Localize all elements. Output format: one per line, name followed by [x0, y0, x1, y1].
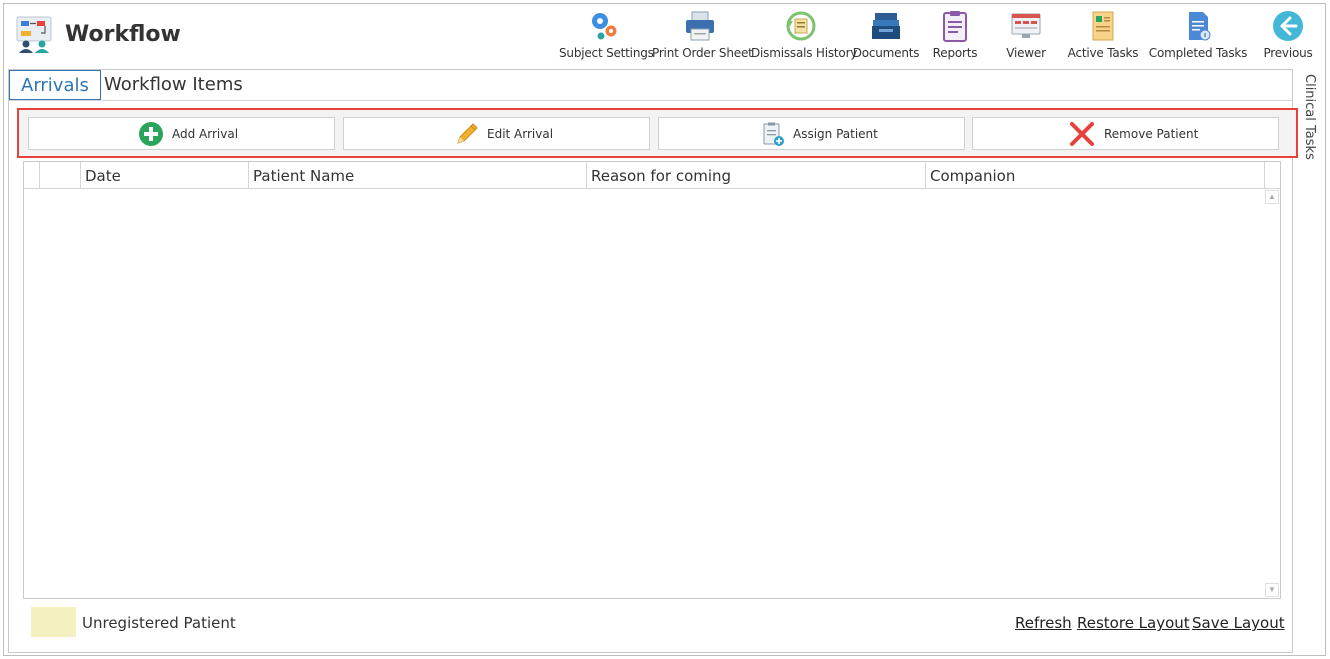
monitor-icon — [1011, 13, 1041, 38]
completed-tasks-button[interactable]: Completed Tasks — [1148, 6, 1248, 64]
column-header-patient-name[interactable]: Patient Name — [249, 162, 587, 189]
reports-button[interactable]: Reports — [925, 6, 985, 64]
dismissals-history-button[interactable]: Dismissals History — [751, 6, 858, 64]
toolbar-label: Documents — [852, 46, 920, 60]
x-icon — [1070, 122, 1094, 146]
column-header-reason[interactable]: Reason for coming — [587, 162, 926, 189]
workflow-logo-icon — [16, 16, 52, 53]
toolbar-label: Viewer — [1006, 46, 1046, 60]
toolbar-label: Dismissals History — [751, 46, 858, 60]
toolbar-label: Active Tasks — [1067, 46, 1139, 60]
subject-settings-button[interactable]: Subject Settings — [559, 6, 654, 64]
previous-button[interactable]: Previous — [1258, 6, 1318, 64]
documents-button[interactable]: Documents — [850, 6, 922, 64]
save-layout-link[interactable]: Save Layout — [1192, 614, 1285, 632]
clipboard-icon — [943, 11, 967, 42]
vertical-scrollbar[interactable]: ▲ ▼ — [1264, 189, 1280, 598]
clinical-tasks-side-tab[interactable]: Clinical Tasks — [1300, 74, 1320, 164]
toolbar-label: Reports — [932, 46, 978, 60]
remove-patient-button[interactable]: Remove Patient — [972, 117, 1279, 150]
column-header-date[interactable]: Date — [81, 162, 249, 189]
restore-layout-link[interactable]: Restore Layout — [1077, 614, 1190, 632]
grid-footer: Unregistered Patient Refresh Restore Lay… — [9, 604, 1292, 644]
tab-strip: Arrivals Workflow Items — [9, 70, 1292, 101]
edit-arrival-label: Edit Arrival — [487, 127, 554, 141]
active-tasks-button[interactable]: Active Tasks — [1067, 6, 1139, 64]
toolbar-label: Subject Settings — [559, 46, 654, 60]
clipboard-add-icon — [763, 122, 784, 146]
unregistered-legend-label: Unregistered Patient — [82, 614, 236, 632]
gears-icon — [592, 13, 617, 40]
clinical-tasks-label: Clinical Tasks — [1302, 74, 1317, 160]
completed-tasks-icon — [1189, 12, 1211, 41]
unregistered-legend-swatch — [31, 607, 76, 637]
grid-header: Date Patient Name Reason for coming Comp… — [24, 162, 1280, 189]
add-arrival-label: Add Arrival — [172, 127, 239, 141]
print-order-sheet-button[interactable]: Print Order Sheet — [652, 6, 753, 64]
add-arrival-button[interactable]: Add Arrival — [28, 117, 335, 150]
column-header-companion[interactable]: Companion — [926, 162, 1265, 189]
printer-icon — [686, 11, 714, 41]
arrivals-panel: Arrivals Workflow Items Add Arrival Edit… — [8, 69, 1298, 653]
scroll-down-arrow-icon[interactable]: ▼ — [1265, 583, 1279, 597]
refresh-link[interactable]: Refresh — [1015, 614, 1072, 632]
pencil-icon — [457, 123, 478, 144]
app-title: Workflow — [65, 22, 181, 47]
toolbar-label: Completed Tasks — [1148, 46, 1248, 60]
app-header: Workflow Subject Settings Print Order Sh… — [4, 4, 1325, 68]
column-header-indicator[interactable] — [24, 162, 40, 189]
tab-workflow-items[interactable]: Workflow Items — [93, 70, 254, 100]
toolbar-label: Print Order Sheet — [652, 46, 753, 60]
back-arrow-icon — [1273, 11, 1303, 41]
viewer-button[interactable]: Viewer — [998, 6, 1054, 64]
history-icon — [786, 11, 816, 41]
action-bar: Add Arrival Edit Arrival Assign Patient … — [17, 108, 1298, 158]
action-bar-background: Add Arrival Edit Arrival Assign Patient … — [19, 110, 1296, 156]
plus-circle-icon — [139, 122, 163, 146]
column-header-select[interactable] — [40, 162, 81, 189]
arrivals-grid: Date Patient Name Reason for coming Comp… — [23, 161, 1281, 599]
toolbar-label: Previous — [1263, 46, 1313, 60]
assign-patient-button[interactable]: Assign Patient — [658, 117, 965, 150]
assign-patient-label: Assign Patient — [793, 127, 878, 141]
workflow-window: Workflow Subject Settings Print Order Sh… — [3, 3, 1326, 656]
scroll-up-arrow-icon[interactable]: ▲ — [1265, 190, 1279, 204]
active-tasks-icon — [1092, 11, 1114, 41]
edit-arrival-button[interactable]: Edit Arrival — [343, 117, 650, 150]
inbox-tray-icon — [872, 13, 900, 39]
remove-patient-label: Remove Patient — [1104, 127, 1199, 141]
tab-arrivals[interactable]: Arrivals — [9, 70, 101, 100]
